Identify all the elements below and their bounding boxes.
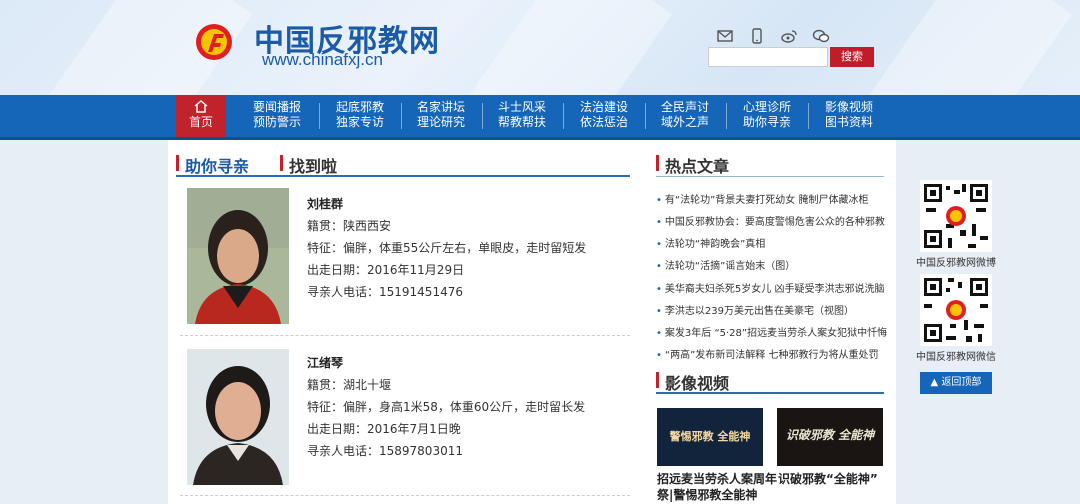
site-header [0, 0, 1080, 95]
nav-item-8[interactable]: 影像视频 图书资料 [809, 100, 889, 130]
mail-icon[interactable] [716, 28, 734, 44]
person-name[interactable]: 刘桂群 [307, 195, 343, 212]
person-left-date: 出走日期：2016年11月29日 [307, 263, 465, 277]
logo-icon[interactable] [194, 22, 234, 62]
hot-article-link[interactable]: “两高”发布新司法解释 七种邪教行为将从重处罚 [656, 346, 879, 361]
person-features: 特征：偏胖，体重55公斤左右，单眼皮，走时留短发 [307, 241, 587, 255]
subsection-title: 找到啦 [280, 153, 337, 177]
person-hometown: 籍贯：湖北十堰 [307, 378, 392, 392]
arrow-up-icon: ▲ [930, 377, 939, 388]
person-left-date: 出走日期：2016年7月1日晚 [307, 422, 461, 436]
hot-article-link[interactable]: 美华裔夫妇杀死5岁女儿 凶手疑受李洪志邪说洗脑 [656, 280, 885, 295]
divider [180, 335, 630, 336]
nav-item-1[interactable]: 要闻播报 预防警示 [237, 100, 317, 130]
weibo-icon[interactable] [780, 28, 798, 44]
hot-article-link[interactable]: 法轮功“神韵晚会”真相 [656, 235, 765, 250]
site-url[interactable]: www.chinafxj.cn [262, 50, 383, 70]
nav-item-4[interactable]: 斗士风采 帮教帮扶 [482, 100, 562, 130]
nav-home[interactable]: 首页 [176, 95, 226, 137]
person-name[interactable]: 江绪琴 [307, 354, 343, 371]
qr-code-weibo [920, 180, 992, 252]
search-button[interactable]: 搜索 [830, 47, 874, 67]
nav-item-3[interactable]: 名家讲坛 理论研究 [401, 100, 481, 130]
search-input[interactable] [708, 47, 828, 67]
qr-code-wechat [920, 274, 992, 346]
nav-item-2[interactable]: 起底邪教 独家专访 [320, 100, 400, 130]
video-caption[interactable]: 识破邪教“全能神” [778, 471, 878, 487]
person-phone: 寻亲人电话：15897803011 [307, 444, 463, 458]
section-title[interactable]: 助你寻亲 [176, 153, 249, 177]
nav-item-7[interactable]: 心理诊所 助你寻亲 [727, 100, 807, 130]
person-hometown: 籍贯：陕西西安 [307, 219, 392, 233]
nav-home-label: 首页 [188, 115, 213, 129]
back-to-top-button[interactable]: ▲ 返回顶部 [920, 372, 992, 394]
hot-article-link[interactable]: 法轮功“活摘”谣言始末（图） [656, 257, 795, 272]
qr-wechat-caption: 中国反邪教网微信 [916, 352, 996, 363]
wechat-icon[interactable] [812, 28, 830, 44]
person-photo[interactable] [187, 349, 289, 485]
video-caption[interactable]: 招远麦当劳杀人案周年 祭|警惕邪教全能神 [657, 471, 777, 503]
hot-article-link[interactable]: 中国反邪教协会：要高度警惕危害公众的各种邪教 [656, 213, 885, 228]
nav-item-6[interactable]: 全民声讨 域外之声 [645, 100, 725, 130]
qr-weibo-caption: 中国反邪教网微博 [916, 258, 996, 269]
hot-article-link[interactable]: 李洪志以239万美元出售在美豪宅（视图） [656, 302, 854, 317]
video-thumbnail[interactable]: 识破邪教 全能神 [777, 408, 883, 466]
hot-articles-title: 热点文章 [656, 153, 729, 177]
nav-item-5[interactable]: 法治建设 依法惩治 [564, 100, 644, 130]
home-icon [194, 100, 208, 113]
video-thumbnail[interactable]: 警惕邪教 全能神 [657, 408, 763, 466]
video-section-title: 影像视频 [656, 370, 729, 394]
hot-article-link[interactable]: 案发3年后 “5·28”招远麦当劳杀人案女犯狱中忏悔 [656, 324, 887, 339]
person-photo[interactable] [187, 188, 289, 324]
hot-article-link[interactable]: 有“法轮功”背景夫妻打死幼女 腌制尸体藏冰柜 [656, 191, 869, 206]
phone-icon[interactable] [748, 28, 766, 44]
divider [180, 495, 630, 496]
top-icons [716, 28, 830, 44]
person-features: 特征：偏胖，身高1米58，体重60公斤，走时留长发 [307, 400, 586, 414]
person-phone: 寻亲人电话：15191451476 [307, 285, 463, 299]
